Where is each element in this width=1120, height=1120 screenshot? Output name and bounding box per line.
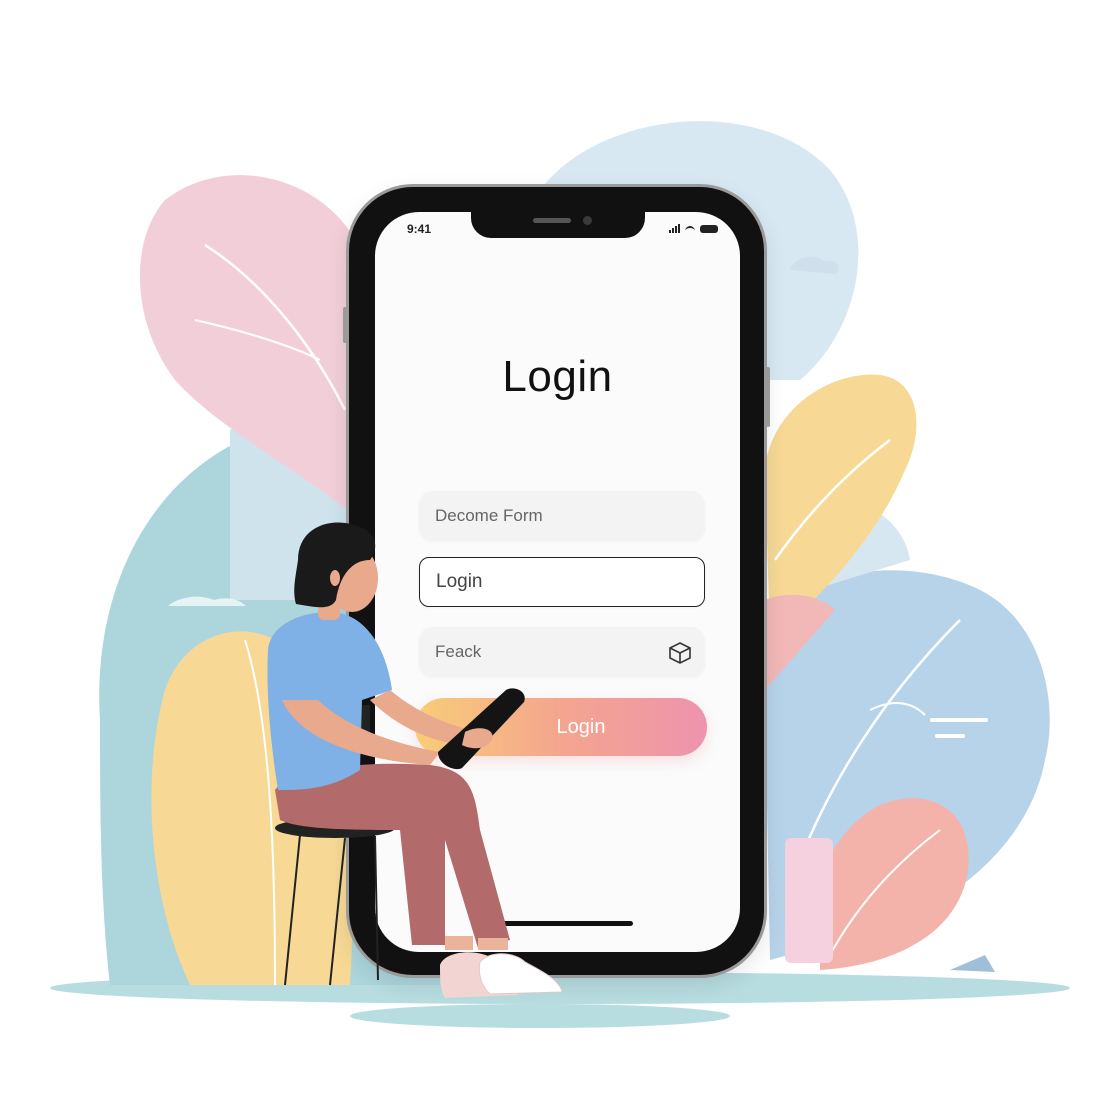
front-camera bbox=[583, 216, 592, 225]
login-input[interactable] bbox=[434, 570, 704, 594]
dash-decor-2 bbox=[935, 734, 965, 738]
form-field-3[interactable] bbox=[419, 627, 705, 677]
small-fin bbox=[950, 955, 995, 972]
phone-device: 9:41 Login Login bbox=[343, 187, 770, 975]
login-button[interactable]: Login bbox=[415, 698, 707, 756]
form-field-1[interactable] bbox=[419, 491, 705, 541]
box-icon[interactable] bbox=[667, 640, 693, 666]
text-input-1[interactable] bbox=[433, 505, 705, 527]
login-title: Login bbox=[502, 352, 613, 401]
phone-notch bbox=[471, 212, 645, 238]
login-field[interactable] bbox=[419, 557, 705, 607]
home-indicator bbox=[485, 921, 633, 926]
login-button-label: Login bbox=[556, 715, 606, 738]
status-time: 9:41 bbox=[407, 222, 432, 236]
status-icons bbox=[669, 224, 718, 233]
pink-card-decor bbox=[785, 838, 833, 963]
text-input-3[interactable] bbox=[433, 641, 705, 663]
side-button bbox=[343, 307, 347, 343]
side-button bbox=[766, 367, 770, 427]
speaker-grille bbox=[533, 218, 571, 223]
phone-screen: 9:41 Login Login bbox=[375, 212, 740, 952]
dash-decor bbox=[930, 718, 988, 722]
battery-icon bbox=[700, 225, 718, 233]
wifi-icon bbox=[685, 226, 695, 233]
ground-shadow-lower bbox=[350, 1004, 730, 1028]
signal-icon bbox=[669, 224, 680, 233]
